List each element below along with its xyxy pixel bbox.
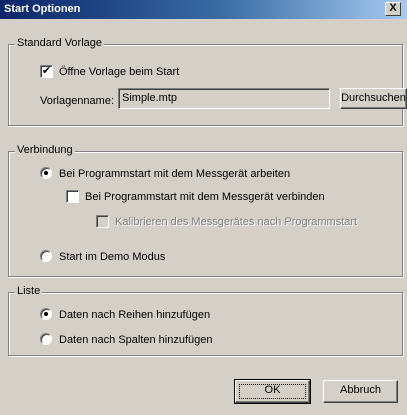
radio-work-with-device[interactable] bbox=[40, 167, 52, 179]
cancel-button-label: Abbruch bbox=[340, 384, 381, 396]
radio-rows[interactable] bbox=[40, 308, 52, 320]
ok-button[interactable]: OK bbox=[234, 379, 311, 404]
radio-rows-label[interactable]: Daten nach Reihen hinzufügen bbox=[59, 309, 210, 321]
close-icon: X bbox=[389, 2, 397, 14]
radio-demo-mode-label[interactable]: Start im Demo Modus bbox=[59, 251, 165, 263]
radio-columns-label[interactable]: Daten nach Spalten hinzufügen bbox=[59, 334, 213, 346]
connect-device-checkbox[interactable] bbox=[66, 190, 79, 203]
group-standard-vorlage: Standard Vorlage bbox=[8, 37, 403, 126]
browse-button-label: Durchsuchen bbox=[341, 92, 406, 104]
template-name-field[interactable]: Simple.mtp bbox=[118, 88, 330, 109]
calibrate-device-label[interactable]: Kalibrieren des Messgerätes nach Program… bbox=[115, 216, 357, 228]
radio-columns[interactable] bbox=[40, 333, 52, 345]
template-name-label: Vorlagenname: bbox=[40, 95, 114, 107]
ok-button-label: OK bbox=[264, 384, 281, 396]
cancel-button[interactable]: Abbruch bbox=[323, 380, 398, 403]
radio-selected-dot bbox=[44, 312, 48, 316]
start-optionen-dialog: Start Optionen X Standard Vorlage ✔ Öffn… bbox=[0, 0, 407, 415]
group-label-liste: Liste bbox=[15, 285, 43, 297]
checkmark-icon: ✔ bbox=[41, 65, 52, 77]
open-template-label[interactable]: Öffne Vorlage beim Start bbox=[59, 66, 179, 78]
group-liste: Liste bbox=[8, 285, 403, 356]
group-label-verbindung: Verbindung bbox=[15, 144, 75, 156]
radio-demo-mode[interactable] bbox=[40, 250, 52, 262]
open-template-checkbox[interactable]: ✔ bbox=[40, 65, 53, 78]
title-bar[interactable]: Start Optionen X bbox=[0, 0, 407, 19]
connect-device-label[interactable]: Bei Programmstart mit dem Messgerät verb… bbox=[85, 191, 325, 203]
close-button[interactable]: X bbox=[385, 2, 401, 16]
dialog-title: Start Optionen bbox=[4, 3, 81, 15]
radio-work-with-device-label[interactable]: Bei Programmstart mit dem Messgerät arbe… bbox=[59, 168, 290, 180]
browse-button[interactable]: Durchsuchen bbox=[340, 88, 407, 109]
group-label-standard-vorlage: Standard Vorlage bbox=[15, 37, 105, 49]
calibrate-device-checkbox[interactable] bbox=[96, 215, 109, 228]
template-name-value: Simple.mtp bbox=[122, 92, 178, 104]
radio-selected-dot bbox=[44, 171, 48, 175]
